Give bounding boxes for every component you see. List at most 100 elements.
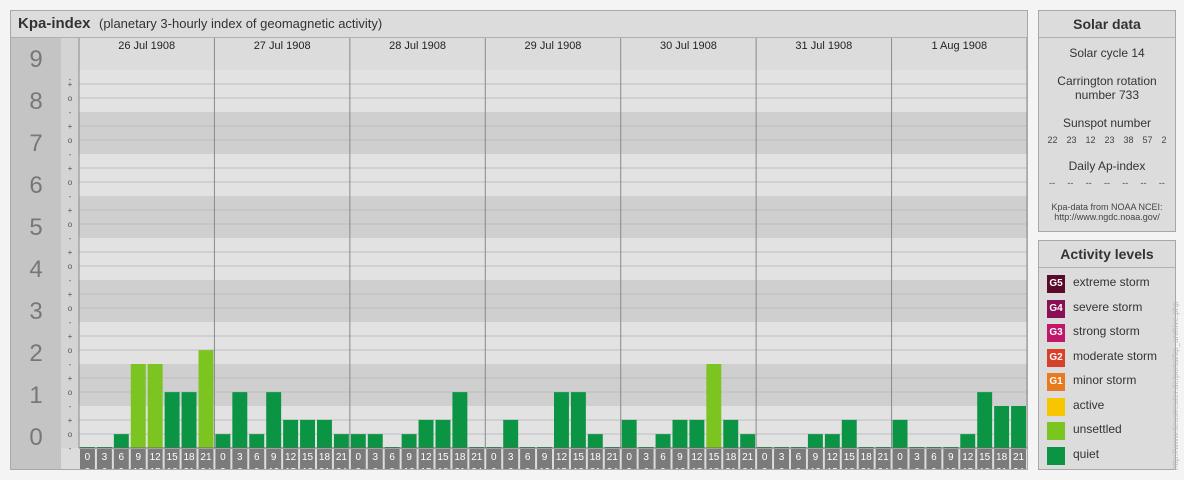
minor-tick-label: o <box>68 178 73 187</box>
interval-start-label: 9 <box>677 452 683 463</box>
interval-start-label: 6 <box>660 452 666 463</box>
interval-end-label: 18 <box>437 467 449 469</box>
interval-end-label: 15 <box>827 467 839 469</box>
interval-start-label: 15 <box>844 452 856 463</box>
interval-start-label: 0 <box>356 452 362 463</box>
interval-end-label: 24 <box>200 467 212 469</box>
interval-start-label: 15 <box>167 452 179 463</box>
ap-value: -- <box>1158 178 1165 188</box>
interval-end-label: 18 <box>708 467 720 469</box>
kp-bar <box>841 419 857 448</box>
kp-bar <box>300 419 315 448</box>
chart-title: Kpa-index <box>18 15 91 32</box>
kp-bar <box>249 434 265 448</box>
interval-end-label: 12 <box>810 467 822 469</box>
legend-label: quiet <box>1073 446 1100 461</box>
interval-start-label: 9 <box>271 452 277 463</box>
minor-tick-label: - <box>69 234 72 243</box>
interval-start-label: 18 <box>590 452 602 463</box>
legend-item-unsettled: unsettled <box>1039 419 1175 444</box>
ap-title: Daily Ap-index <box>1068 159 1146 173</box>
interval-start-label: 6 <box>796 452 802 463</box>
minor-tick-label: - <box>69 75 72 84</box>
interval-start-label: 12 <box>691 452 703 463</box>
minor-tick-label: - <box>69 318 72 327</box>
interval-start-label: 3 <box>102 452 108 463</box>
interval-start-label: 6 <box>525 452 531 463</box>
interval-start-label: 12 <box>556 452 568 463</box>
minor-tick-label: + <box>68 290 73 299</box>
y-tick-label: 0 <box>29 424 42 451</box>
interval-end-label: 6 <box>102 467 108 469</box>
interval-end-label: 21 <box>725 467 737 469</box>
kp-bar <box>435 419 451 448</box>
minor-tick-label: - <box>69 192 72 201</box>
legend-item-active: active <box>1039 395 1175 420</box>
y-tick-label: 1 <box>29 382 42 409</box>
ap-value: -- <box>1140 178 1147 188</box>
kp-bar <box>960 434 976 448</box>
minor-tick-label: o <box>68 304 73 313</box>
interval-start-label: 15 <box>437 452 449 463</box>
legend-label: strong storm <box>1073 324 1140 338</box>
interval-end-label: 24 <box>1013 467 1025 469</box>
day-label: 28 Jul 1908 <box>389 40 446 52</box>
interval-start-label: 0 <box>491 452 497 463</box>
interval-start-label: 9 <box>813 452 819 463</box>
sunspot-values: 22 23 12 23 38 57 2 <box>1039 135 1175 145</box>
interval-end-label: 6 <box>914 467 920 469</box>
kp-bar <box>452 392 468 448</box>
interval-start-label: 0 <box>897 452 903 463</box>
kp-bar <box>740 434 756 448</box>
ap-value: -- <box>1067 178 1074 188</box>
interval-start-label: 21 <box>336 452 348 463</box>
y-tick-label: 7 <box>29 130 42 157</box>
interval-end-label: 21 <box>454 467 466 469</box>
kp-bar <box>333 434 349 448</box>
kp-band-1 <box>11 364 1027 406</box>
legend-label: extreme storm <box>1073 275 1150 289</box>
interval-start-label: 12 <box>827 452 839 463</box>
interval-end-label: 6 <box>372 467 378 469</box>
sunspot-title: Sunspot number <box>1062 116 1152 130</box>
ap-values: -- -- -- -- -- -- -- <box>1039 178 1175 188</box>
minor-tick-label: - <box>69 360 72 369</box>
minor-tick-label: + <box>68 332 73 341</box>
interval-start-label: 18 <box>996 452 1008 463</box>
legend-swatch: G1 <box>1047 373 1065 391</box>
interval-start-label: 3 <box>237 452 243 463</box>
sunspot-value: 23 <box>1104 135 1115 145</box>
interval-end-label: 21 <box>183 467 195 469</box>
kp-band-4 <box>11 238 1027 280</box>
kp-bar <box>181 392 197 448</box>
day-label: 31 Jul 1908 <box>795 40 852 52</box>
minor-tick-label: o <box>68 94 73 103</box>
interval-end-label: 18 <box>167 467 179 469</box>
legend-label: severe storm <box>1073 299 1143 314</box>
source-link[interactable]: http://www.ngdc.noaa.gov/ <box>1039 212 1175 222</box>
interval-end-label: 15 <box>150 467 162 469</box>
legend-item-extreme-storm: G5 extreme storm <box>1039 272 1175 297</box>
minor-tick-label: o <box>68 220 73 229</box>
kp-bar <box>232 392 248 448</box>
interval-end-label: 24 <box>878 467 890 469</box>
interval-end-label: 18 <box>573 467 585 469</box>
interval-end-label: 21 <box>590 467 602 469</box>
interval-start-label: 12 <box>962 452 974 463</box>
kp-bar <box>1011 406 1026 448</box>
interval-end-label: 9 <box>119 467 125 469</box>
kp-band-8 <box>11 70 1027 112</box>
minor-tick-label: + <box>68 164 73 173</box>
kp-bar <box>401 434 417 448</box>
y-tick-label: 2 <box>29 340 42 367</box>
interval-start-label: 9 <box>948 452 954 463</box>
interval-end-label: 18 <box>302 467 314 469</box>
kp-bar <box>570 392 586 448</box>
interval-start-label: 12 <box>285 452 297 463</box>
legend-swatch <box>1047 422 1065 440</box>
interval-start-label: 21 <box>471 452 483 463</box>
interval-end-label: 15 <box>962 467 974 469</box>
kp-bar <box>706 364 722 448</box>
kpa-index-panel: Kpa-index (planetary 3-hourly index of g… <box>10 10 1028 470</box>
interval-end-label: 21 <box>319 467 331 469</box>
